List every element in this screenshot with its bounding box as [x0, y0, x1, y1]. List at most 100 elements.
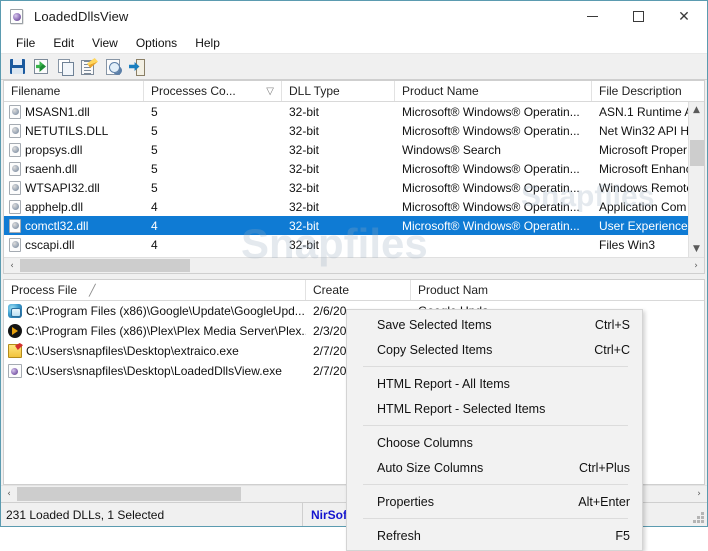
context-menu-item[interactable]: Save Selected ItemsCtrl+S [347, 312, 642, 337]
cell-processes-count: 5 [144, 162, 282, 176]
cell-file-description: Microsoft Proper [592, 143, 697, 157]
menu-item-label: Choose Columns [377, 436, 473, 450]
copy-icon [58, 59, 73, 74]
table-row[interactable]: propsys.dll532-bitWindows® SearchMicroso… [4, 140, 704, 159]
column-header-processes-count[interactable]: Processes Co... ▽ [144, 81, 282, 101]
scroll-track[interactable] [689, 118, 705, 241]
menu-file[interactable]: File [7, 33, 44, 53]
sort-descending-icon: ▽ [266, 86, 277, 97]
cell-product-name: Microsoft® Windows® Operatin... [395, 124, 592, 138]
menu-item-shortcut: Alt+Enter [578, 495, 630, 509]
context-menu-item[interactable]: Choose Columns [347, 430, 642, 455]
maximize-button[interactable] [615, 1, 661, 32]
cell-filename: comctl32.dll [25, 219, 144, 233]
cell-product-name: Microsoft® Windows® Operatin... [395, 219, 592, 233]
dll-file-icon [9, 162, 21, 176]
table-row[interactable]: MSASN1.dll532-bitMicrosoft® Windows® Ope… [4, 102, 704, 121]
menu-separator [363, 518, 628, 519]
status-count-text: 231 Loaded DLLs, 1 Selected [1, 503, 303, 526]
scroll-right-button[interactable]: › [688, 258, 704, 273]
menu-item-label: Auto Size Columns [377, 461, 483, 475]
scroll-thumb[interactable] [20, 259, 190, 272]
cell-file-description: Application Com [592, 200, 697, 214]
cell-filename: propsys.dll [25, 143, 144, 157]
copy-button[interactable] [55, 57, 75, 77]
cell-dll-type: 32-bit [282, 238, 395, 252]
scroll-up-button[interactable]: ▲ [689, 102, 705, 118]
save-icon [10, 59, 25, 74]
scroll-left-button[interactable]: ‹ [1, 486, 17, 502]
loadeddllsview-icon [8, 364, 22, 378]
dll-file-icon [9, 219, 21, 233]
cell-filename: WTSAPI32.dll [25, 181, 144, 195]
exit-icon [130, 59, 145, 74]
cell-file-description: User Experience C [592, 219, 697, 233]
menu-options[interactable]: Options [127, 33, 186, 53]
title-bar: LoadedDllsView ✕ [1, 1, 707, 32]
column-header-product-name[interactable]: Product Name [395, 81, 592, 101]
context-menu-item[interactable]: Copy Selected ItemsCtrl+C [347, 337, 642, 362]
dll-list-vertical-scrollbar[interactable]: ▲ ▼ [688, 102, 704, 257]
menu-view[interactable]: View [83, 33, 127, 53]
cell-dll-type: 32-bit [282, 181, 395, 195]
context-menu-item[interactable]: HTML Report - All Items [347, 371, 642, 396]
cell-dll-type: 32-bit [282, 143, 395, 157]
table-row[interactable]: rsaenh.dll532-bitMicrosoft® Windows® Ope… [4, 159, 704, 178]
dll-list-header: Filename Processes Co... ▽ DLL Type Prod… [4, 81, 704, 102]
table-row[interactable]: NETUTILS.DLL532-bitMicrosoft® Windows® O… [4, 121, 704, 140]
menu-item-label: HTML Report - Selected Items [377, 402, 545, 416]
resize-grip[interactable] [692, 511, 704, 523]
cell-process-file: C:\Users\snapfiles\Desktop\extraico.exe [26, 344, 306, 358]
refresh-button[interactable] [31, 57, 51, 77]
menu-item-shortcut: Ctrl+Plus [579, 461, 630, 475]
minimize-button[interactable] [569, 1, 615, 32]
cell-filename: MSASN1.dll [25, 105, 144, 119]
table-row[interactable]: comctl32.dll432-bitMicrosoft® Windows® O… [4, 216, 704, 235]
table-row[interactable]: MFC42.DLL432-bitL Shared L [4, 254, 704, 257]
cell-file-description: Files Win3 [592, 238, 697, 252]
cell-processes-count: 4 [144, 257, 282, 258]
context-menu-item[interactable]: PropertiesAlt+Enter [347, 489, 642, 514]
dll-file-icon [9, 105, 21, 119]
column-header-created[interactable]: Create [306, 280, 411, 300]
exit-button[interactable] [127, 57, 147, 77]
cell-dll-type: 32-bit [282, 257, 395, 258]
dll-list-horizontal-scrollbar[interactable]: ‹ › [4, 257, 704, 273]
dll-file-icon [9, 238, 21, 252]
scroll-thumb[interactable] [17, 487, 241, 501]
menu-edit[interactable]: Edit [44, 33, 83, 53]
cell-processes-count: 5 [144, 105, 282, 119]
column-header-lower-product-name[interactable]: Product Nam [411, 280, 521, 300]
properties-icon [106, 59, 121, 74]
scroll-thumb[interactable] [690, 140, 704, 166]
column-label: File Description [599, 84, 682, 98]
column-label: Process File [11, 283, 77, 297]
scroll-track[interactable] [20, 258, 688, 273]
cell-file-description: Microsoft Enhanc [592, 162, 697, 176]
column-header-file-description[interactable]: File Description [592, 81, 697, 101]
column-header-filename[interactable]: Filename [4, 81, 144, 101]
save-button[interactable] [7, 57, 27, 77]
column-label: Filename [11, 84, 60, 98]
menu-item-shortcut: Ctrl+C [594, 343, 630, 357]
menu-item-label: Save Selected Items [377, 318, 492, 332]
cell-dll-type: 32-bit [282, 124, 395, 138]
table-row[interactable]: cscapi.dll432-bitFiles Win3 [4, 235, 704, 254]
extraico-icon [8, 344, 22, 358]
table-row[interactable]: WTSAPI32.dll532-bitMicrosoft® Windows® O… [4, 178, 704, 197]
scroll-right-button[interactable]: › [691, 486, 707, 502]
column-header-dll-type[interactable]: DLL Type [282, 81, 395, 101]
properties-button[interactable] [103, 57, 123, 77]
context-menu-item[interactable]: HTML Report - Selected Items [347, 396, 642, 421]
context-menu-item[interactable]: Auto Size Columns Ctrl+Plus [347, 455, 642, 480]
cell-product-name: Microsoft® Windows® Operatin... [395, 181, 592, 195]
column-header-process-file[interactable]: Process File ╱ [4, 280, 306, 300]
sort-ascending-icon: ╱ [89, 284, 96, 297]
menu-help[interactable]: Help [186, 33, 229, 53]
scroll-down-button[interactable]: ▼ [689, 241, 705, 257]
close-button[interactable]: ✕ [661, 1, 707, 32]
cell-processes-count: 4 [144, 219, 282, 233]
table-row[interactable]: apphelp.dll432-bitMicrosoft® Windows® Op… [4, 197, 704, 216]
scroll-left-button[interactable]: ‹ [4, 258, 20, 273]
html-report-button[interactable] [79, 57, 99, 77]
